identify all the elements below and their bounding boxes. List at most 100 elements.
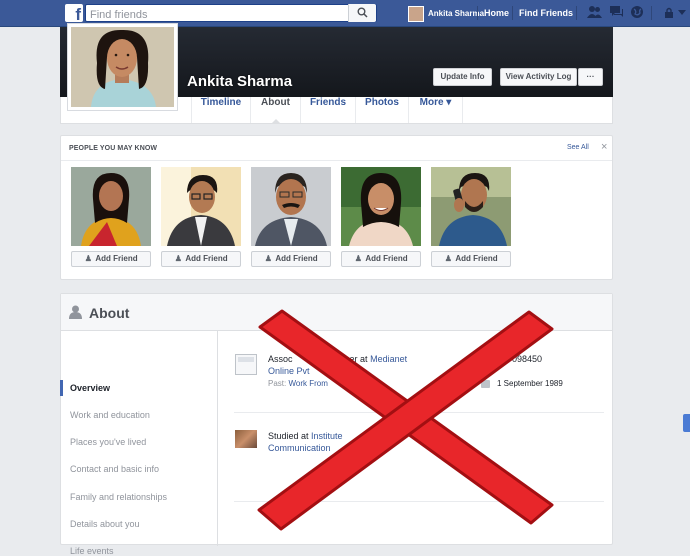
divider xyxy=(512,6,513,20)
add-friend-icon: ♟ xyxy=(264,254,272,263)
messages-icon[interactable] xyxy=(609,5,624,19)
work-mid: roducer at xyxy=(327,354,368,364)
add-friend-button[interactable]: ♟ Add Friend xyxy=(251,251,331,267)
person-icon xyxy=(69,305,82,319)
sidebar-item-overview[interactable]: Overview xyxy=(70,383,110,393)
add-friend-label: Add Friend xyxy=(185,254,228,263)
active-indicator xyxy=(60,380,63,396)
man-mustache-photo[interactable] xyxy=(251,167,331,246)
sidebar-item-life-events[interactable]: Life events xyxy=(70,546,114,556)
woman-smiling-photo[interactable] xyxy=(341,167,421,246)
facebook-logo[interactable]: f xyxy=(65,4,83,22)
education-line-2: Communication xyxy=(268,443,331,453)
suggestion-card: ♟ Add Friend xyxy=(71,167,151,267)
suggestion-card: ♟ Add Friend xyxy=(431,167,511,267)
person-photo xyxy=(341,167,421,246)
work-company-link-2[interactable]: Online Pvt xyxy=(268,366,310,376)
institute-link[interactable]: Institute xyxy=(311,431,343,441)
sidebar-item-contact[interactable]: Contact and basic info xyxy=(70,464,159,474)
person-photo xyxy=(431,167,511,246)
suggestion-card: ♟ Add Friend xyxy=(251,167,331,267)
find-friends-link[interactable]: Find Friends xyxy=(519,8,573,18)
birthday-text: 1 September 1989 xyxy=(497,379,563,388)
privacy-lock-icon[interactable] xyxy=(664,7,674,19)
people-you-may-know-card: PEOPLE YOU MAY KNOW See All × ♟ Add Frien… xyxy=(60,135,613,280)
institute-link-2[interactable]: Communication xyxy=(268,443,331,453)
sidebar-item-family[interactable]: Family and relationships xyxy=(70,492,167,502)
add-friend-button[interactable]: ♟ Add Friend xyxy=(431,251,511,267)
home-link[interactable]: Home xyxy=(484,8,509,18)
work-past-label: Past: xyxy=(268,379,287,388)
person-photo xyxy=(161,167,241,246)
tab-more[interactable]: More ▾ xyxy=(408,97,463,123)
education-prefix: Studied at xyxy=(268,431,309,441)
notifications-globe-icon[interactable] xyxy=(630,5,644,19)
man-glasses-photo[interactable] xyxy=(161,167,241,246)
more-options-button[interactable]: ··· xyxy=(578,68,603,86)
divider xyxy=(477,6,478,20)
close-icon[interactable]: × xyxy=(601,141,607,153)
sidebar-item-places[interactable]: Places you've lived xyxy=(70,437,146,447)
tab-timeline[interactable]: Timeline xyxy=(191,97,250,123)
tab-photos[interactable]: Photos xyxy=(355,97,408,123)
add-friend-icon: ♟ xyxy=(174,254,182,263)
work-past-line: Past: Work From xyxy=(268,379,328,388)
user-name: Ankita Sharma xyxy=(428,9,485,18)
profile-name: Ankita Sharma xyxy=(187,73,293,90)
profile-photo-woman xyxy=(71,27,174,107)
about-header: About xyxy=(61,294,612,331)
avatar xyxy=(408,5,424,22)
cover-photo[interactable]: Ankita Sharma Update Info View Activity … xyxy=(60,24,613,110)
work-briefcase-icon xyxy=(235,354,257,375)
phone-number-text: 098450 xyxy=(512,354,543,364)
see-all-link[interactable]: See All xyxy=(567,144,589,151)
pymk-title: PEOPLE YOU MAY KNOW xyxy=(69,145,158,152)
divider xyxy=(234,501,604,502)
suggestion-card: ♟ Add Friend xyxy=(341,167,421,267)
friend-requests-icon[interactable] xyxy=(587,5,602,19)
person-photo xyxy=(251,167,331,246)
sidebar-item-details[interactable]: Details about you xyxy=(70,519,140,529)
top-navigation-bar: f Ankita Sharma Home Find Friends xyxy=(0,0,690,27)
update-info-button[interactable]: Update Info xyxy=(433,68,492,86)
add-friend-button[interactable]: ♟ Add Friend xyxy=(341,251,421,267)
birthday-cake-icon xyxy=(481,380,490,388)
sidebar-item-work-education[interactable]: Work and education xyxy=(70,410,150,420)
school-icon xyxy=(235,430,257,448)
add-friend-label: Add Friend xyxy=(455,254,498,263)
work-company-link[interactable]: Medianet xyxy=(370,354,407,364)
about-card: About Overview Work and education Places… xyxy=(60,293,613,556)
woman-saree-photo[interactable] xyxy=(71,167,151,246)
add-friend-icon: ♟ xyxy=(84,254,92,263)
profile-link[interactable]: Ankita Sharma xyxy=(408,5,484,22)
man-phone-photo[interactable] xyxy=(431,167,511,246)
search-box xyxy=(85,4,377,23)
divider xyxy=(651,6,652,20)
divider xyxy=(234,412,604,413)
add-friend-icon: ♟ xyxy=(354,254,362,263)
work-prefix: Assoc xyxy=(268,354,293,364)
work-line: Assoc roducer at Medianet xyxy=(268,354,407,364)
divider xyxy=(61,160,612,161)
add-friend-button[interactable]: ♟ Add Friend xyxy=(71,251,151,267)
scrollbar-thumb[interactable] xyxy=(683,414,690,432)
view-activity-log-button[interactable]: View Activity Log xyxy=(500,68,577,86)
divider xyxy=(576,6,577,20)
search-button[interactable] xyxy=(348,4,376,22)
add-friend-label: Add Friend xyxy=(95,254,138,263)
search-icon xyxy=(357,7,368,18)
add-friend-button[interactable]: ♟ Add Friend xyxy=(161,251,241,267)
settings-caret-icon[interactable] xyxy=(678,8,686,16)
add-friend-icon: ♟ xyxy=(444,254,452,263)
search-input[interactable] xyxy=(86,7,346,23)
about-sidebar: Overview Work and education Places you'v… xyxy=(60,331,218,556)
work-past-link[interactable]: Work From xyxy=(288,379,327,388)
suggestion-card: ♟ Add Friend xyxy=(161,167,241,267)
tab-about[interactable]: About xyxy=(250,97,300,124)
person-photo xyxy=(71,167,151,246)
about-title: About xyxy=(89,305,130,321)
tab-friends[interactable]: Friends xyxy=(300,97,355,123)
profile-picture[interactable] xyxy=(68,24,177,110)
add-friend-label: Add Friend xyxy=(275,254,318,263)
add-friend-label: Add Friend xyxy=(365,254,408,263)
